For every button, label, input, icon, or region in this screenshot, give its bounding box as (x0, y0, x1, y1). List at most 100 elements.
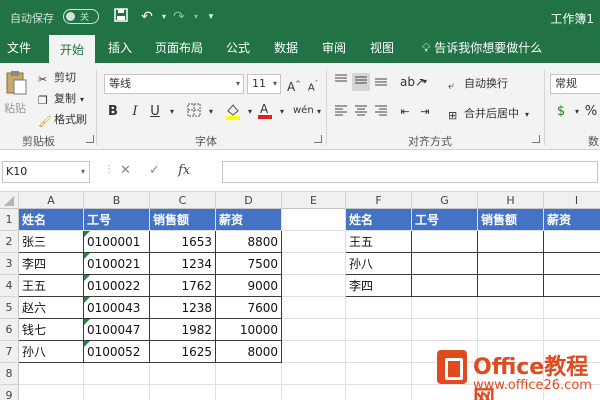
cell-e8[interactable] (282, 363, 346, 385)
borders-dropdown-icon[interactable]: ▾ (202, 103, 220, 121)
cell-h5[interactable] (478, 297, 544, 319)
table1-cell[interactable]: 1653 (150, 231, 216, 253)
table1-cell[interactable]: 0100052 (84, 341, 150, 363)
column-header-h[interactable]: H (478, 192, 544, 209)
table1-cell[interactable]: 张三 (19, 231, 84, 253)
table1-cell[interactable]: 8800 (216, 231, 282, 253)
cell-e4[interactable] (282, 275, 346, 297)
save-icon[interactable] (112, 8, 130, 26)
cell-e9[interactable] (282, 385, 346, 400)
align-center-icon[interactable] (352, 103, 370, 121)
cell-g5[interactable] (412, 297, 478, 319)
row-header-4[interactable]: 4 (0, 275, 19, 297)
phonetic-icon[interactable]: wén (293, 102, 314, 120)
column-header-d[interactable]: D (216, 192, 282, 209)
tab-formulas[interactable]: 公式 (218, 35, 258, 63)
cell-i6[interactable] (544, 319, 600, 341)
tell-me-search[interactable]: 💡︎ 告诉我你想要做什么 (422, 35, 542, 63)
merge-dropdown-icon[interactable]: ▾ (525, 110, 529, 119)
tab-review[interactable]: 审阅 (314, 35, 354, 63)
align-left-icon[interactable] (332, 103, 350, 121)
column-header-g[interactable]: G (412, 192, 478, 209)
formula-input[interactable] (222, 161, 598, 183)
customize-toolbar-icon[interactable]: ▾ (202, 8, 220, 26)
table1-header-cell[interactable]: 销售额 (150, 209, 216, 231)
row-header-9[interactable]: 9 (0, 385, 19, 400)
cell-e1[interactable] (282, 209, 346, 231)
cell-e7[interactable] (282, 341, 346, 363)
orientation-dropdown-icon[interactable]: ▾ (416, 73, 434, 91)
cell-d9[interactable] (216, 385, 282, 400)
table2-header-cell[interactable]: 工号 (412, 209, 478, 231)
select-all-corner[interactable] (0, 192, 19, 209)
cell-e2[interactable] (282, 231, 346, 253)
underline-icon[interactable]: U (146, 103, 164, 121)
table1-cell[interactable]: 李四 (19, 253, 84, 275)
cell-f5[interactable] (346, 297, 412, 319)
font-color-icon[interactable]: A (256, 101, 274, 119)
align-bottom-icon[interactable] (372, 73, 390, 91)
table1-cell[interactable]: 0100001 (84, 231, 150, 253)
cell-f9[interactable] (346, 385, 412, 400)
cancel-icon[interactable]: ✕ (120, 163, 131, 178)
percent-icon[interactable]: % (582, 103, 600, 121)
row-header-1[interactable]: 1 (0, 209, 19, 231)
table1-cell[interactable]: 1238 (150, 297, 216, 319)
table1-cell[interactable]: 钱七 (19, 319, 84, 341)
table1-cell[interactable]: 0100021 (84, 253, 150, 275)
cell-f8[interactable] (346, 363, 412, 385)
tab-page-layout[interactable]: 页面布局 (148, 35, 210, 63)
tab-view[interactable]: 视图 (362, 35, 402, 63)
fill-color-icon[interactable] (224, 102, 242, 120)
table1-cell[interactable]: 0100022 (84, 275, 150, 297)
cell-i5[interactable] (544, 297, 600, 319)
row-header-6[interactable]: 6 (0, 319, 19, 341)
cell-e6[interactable] (282, 319, 346, 341)
cell-a9[interactable] (19, 385, 84, 400)
copy-dropdown-icon[interactable]: ▾ (80, 95, 84, 104)
table1-cell[interactable]: 7600 (216, 297, 282, 319)
column-header-i[interactable]: I (544, 192, 600, 209)
table1-cell[interactable]: 7500 (216, 253, 282, 275)
column-header-b[interactable]: B (84, 192, 150, 209)
cell-b8[interactable] (84, 363, 150, 385)
table2-cell[interactable] (412, 253, 478, 275)
cell-a8[interactable] (19, 363, 84, 385)
table2-cell[interactable] (544, 253, 600, 275)
table2-cell[interactable] (544, 231, 600, 253)
clipboard-launcher-icon[interactable] (86, 135, 94, 143)
cell-c9[interactable] (150, 385, 216, 400)
autosave-toggle[interactable]: 关 (63, 9, 99, 24)
cell-b9[interactable] (84, 385, 150, 400)
column-header-a[interactable]: A (19, 192, 84, 209)
increase-indent-icon[interactable]: ⇥ (416, 103, 434, 121)
table2-header-cell[interactable]: 薪资 (544, 209, 600, 231)
cell-e3[interactable] (282, 253, 346, 275)
wrap-text-button[interactable]: ⤶ 自动换行 (448, 75, 508, 92)
redo-icon[interactable]: ↷ (170, 8, 188, 26)
row-header-2[interactable]: 2 (0, 231, 19, 253)
bold-icon[interactable]: B (104, 103, 122, 121)
enter-icon[interactable]: ✓ (149, 163, 160, 178)
cell-f7[interactable] (346, 341, 412, 363)
alignment-launcher-icon[interactable] (532, 135, 540, 143)
table1-cell[interactable]: 1625 (150, 341, 216, 363)
cell-e5[interactable] (282, 297, 346, 319)
table1-cell[interactable]: 1234 (150, 253, 216, 275)
table1-cell[interactable]: 8000 (216, 341, 282, 363)
name-box[interactable]: K10 ▾ (2, 161, 90, 183)
table1-cell[interactable]: 1762 (150, 275, 216, 297)
tab-home[interactable]: 开始 (49, 35, 95, 63)
table2-cell[interactable] (478, 275, 544, 297)
cut-button[interactable]: ✂ 剪切 (38, 69, 76, 86)
italic-icon[interactable]: I (126, 103, 144, 121)
underline-dropdown-icon[interactable]: ▾ (163, 103, 181, 121)
insert-function-icon[interactable]: fx (178, 163, 190, 178)
row-header-3[interactable]: 3 (0, 253, 19, 275)
table1-header-cell[interactable]: 薪资 (216, 209, 282, 231)
align-right-icon[interactable] (372, 103, 390, 121)
table1-header-cell[interactable]: 工号 (84, 209, 150, 231)
table1-cell[interactable]: 孙八 (19, 341, 84, 363)
table2-cell[interactable] (478, 231, 544, 253)
align-top-icon[interactable] (332, 73, 350, 91)
